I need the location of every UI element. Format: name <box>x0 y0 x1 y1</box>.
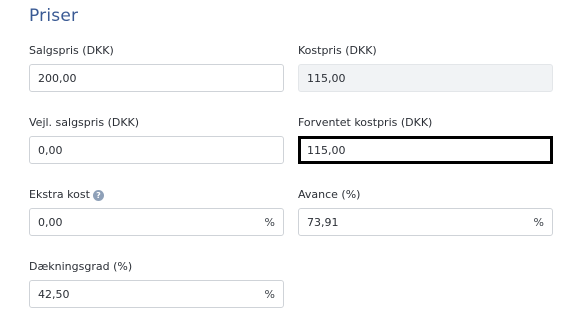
ekstra-kost-label: Ekstra kost <box>29 188 90 201</box>
percent-suffix: % <box>264 215 275 229</box>
salgspris-label: Salgspris (DKK) <box>29 44 114 57</box>
kostpris-value: 115,00 <box>307 71 346 85</box>
kostpris-field: Kostpris (DKK) 115,00 <box>298 44 553 92</box>
daekningsgrad-field: Dækningsgrad (%) 42,50 % <box>29 260 284 308</box>
kostpris-input: 115,00 <box>298 64 553 92</box>
salgspris-field: Salgspris (DKK) 200,00 <box>29 44 284 92</box>
forventet-kostpris-value: 115,00 <box>307 143 346 157</box>
avance-field: Avance (%) 73,91 % <box>298 188 553 236</box>
avance-input[interactable]: 73,91 % <box>298 208 553 236</box>
question-icon[interactable]: ? <box>92 189 104 201</box>
daekningsgrad-label: Dækningsgrad (%) <box>29 260 133 273</box>
salgspris-input[interactable]: 200,00 <box>29 64 284 92</box>
ekstra-kost-label-row: Ekstra kost ? <box>29 188 284 202</box>
kostpris-label: Kostpris (DKK) <box>298 44 377 57</box>
percent-suffix: % <box>264 287 275 301</box>
section-title: Priser <box>29 6 79 26</box>
avance-label: Avance (%) <box>298 188 361 201</box>
daekningsgrad-input[interactable]: 42,50 % <box>29 280 284 308</box>
forventet-kostpris-field: Forventet kostpris (DKK) 115,00 <box>298 116 553 164</box>
vejl-salgspris-field: Vejl. salgspris (DKK) 0,00 <box>29 116 284 164</box>
forventet-kostpris-input[interactable]: 115,00 <box>298 136 553 164</box>
vejl-salgspris-value: 0,00 <box>38 143 63 157</box>
vejl-salgspris-input[interactable]: 0,00 <box>29 136 284 164</box>
percent-suffix: % <box>533 215 544 229</box>
vejl-salgspris-label: Vejl. salgspris (DKK) <box>29 116 140 129</box>
salgspris-value: 200,00 <box>38 71 77 85</box>
daekningsgrad-value: 42,50 <box>38 287 70 301</box>
ekstra-kost-input[interactable]: 0,00 % <box>29 208 284 236</box>
avance-value: 73,91 <box>307 215 339 229</box>
ekstra-kost-field: Ekstra kost ? 0,00 % <box>29 188 284 236</box>
ekstra-kost-value: 0,00 <box>38 215 63 229</box>
forventet-kostpris-label: Forventet kostpris (DKK) <box>298 116 433 129</box>
